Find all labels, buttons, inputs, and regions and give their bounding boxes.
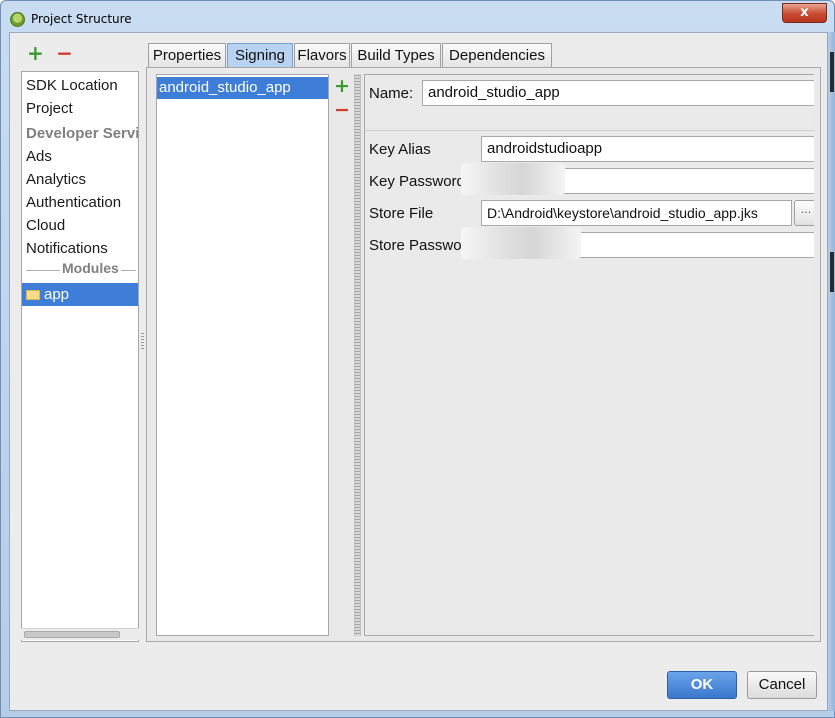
key-alias-field[interactable]: androidstudioapp bbox=[481, 136, 814, 162]
tab-properties[interactable]: Properties bbox=[148, 43, 226, 67]
signing-config-list: android_studio_app bbox=[156, 74, 329, 636]
tab-signing[interactable]: Signing bbox=[227, 43, 293, 67]
name-field[interactable]: android_studio_app bbox=[422, 80, 814, 106]
add-icon[interactable]: + bbox=[27, 41, 44, 65]
window-title: Project Structure bbox=[31, 12, 132, 26]
modules-label: Modules bbox=[60, 260, 121, 276]
separator-line bbox=[26, 270, 60, 271]
sidebar-item-sdk-location[interactable]: SDK Location bbox=[22, 74, 138, 97]
close-button[interactable]: x bbox=[782, 3, 827, 23]
panel-splitter[interactable] bbox=[354, 74, 361, 636]
redaction-blur bbox=[461, 227, 581, 259]
add-config-icon[interactable]: + bbox=[334, 75, 350, 97]
store-file-label: Store File bbox=[369, 205, 434, 222]
window-border bbox=[828, 32, 835, 711]
ok-button[interactable]: OK bbox=[667, 671, 737, 699]
scrollbar-thumb[interactable] bbox=[24, 631, 120, 638]
sidebar-header-developer-services: Developer Servic bbox=[26, 125, 139, 142]
signing-panel: android_studio_app + − Name: android_stu… bbox=[146, 67, 821, 642]
dialog-body: + − SDK Location Project Developer Servi… bbox=[9, 32, 828, 711]
key-alias-label: Key Alias bbox=[369, 141, 431, 158]
title-bar: Project Structure x bbox=[1, 1, 834, 31]
sidebar-toolbar: + − bbox=[27, 43, 73, 63]
tab-dependencies[interactable]: Dependencies bbox=[442, 43, 552, 67]
signing-config-item[interactable]: android_studio_app bbox=[157, 77, 328, 99]
sidebar-item-app-label: app bbox=[44, 286, 70, 303]
sidebar-splitter-handle[interactable] bbox=[141, 333, 144, 349]
remove-config-icon[interactable]: − bbox=[334, 99, 350, 121]
android-studio-icon bbox=[10, 12, 25, 27]
sidebar-item-analytics[interactable]: Analytics bbox=[22, 168, 138, 191]
sidebar-item-app[interactable]: app bbox=[22, 283, 138, 306]
name-label: Name: bbox=[369, 85, 414, 102]
sidebar: SDK Location Project Developer Servic Ad… bbox=[21, 71, 139, 642]
separator-line bbox=[120, 270, 136, 271]
cancel-button[interactable]: Cancel bbox=[747, 671, 817, 699]
border-mark bbox=[830, 252, 834, 292]
tab-flavors[interactable]: Flavors bbox=[294, 43, 350, 67]
project-structure-window: Project Structure x + − SDK Location Pro… bbox=[0, 0, 835, 718]
sidebar-item-cloud[interactable]: Cloud bbox=[22, 214, 138, 237]
browse-button[interactable]: ... bbox=[794, 200, 814, 226]
name-row: Name: android_studio_app bbox=[365, 75, 814, 131]
sidebar-item-project[interactable]: Project bbox=[22, 97, 138, 120]
store-password-label: Store Password bbox=[369, 237, 475, 254]
sidebar-item-notifications[interactable]: Notifications bbox=[22, 237, 138, 260]
sidebar-item-ads[interactable]: Ads bbox=[22, 145, 138, 168]
modules-separator: Modules bbox=[22, 260, 138, 280]
tab-build-types[interactable]: Build Types bbox=[351, 43, 441, 67]
module-folder-icon bbox=[26, 290, 40, 300]
border-mark bbox=[830, 52, 834, 92]
sidebar-horizontal-scrollbar[interactable] bbox=[21, 628, 139, 640]
signing-config-form: Name: android_studio_app Key Alias andro… bbox=[364, 74, 814, 636]
redaction-blur bbox=[461, 163, 565, 195]
key-password-label: Key Password bbox=[369, 173, 465, 190]
store-file-field[interactable]: D:\Android\keystore\android_studio_app.j… bbox=[481, 200, 792, 226]
sidebar-item-authentication[interactable]: Authentication bbox=[22, 191, 138, 214]
remove-icon[interactable]: − bbox=[56, 41, 73, 65]
